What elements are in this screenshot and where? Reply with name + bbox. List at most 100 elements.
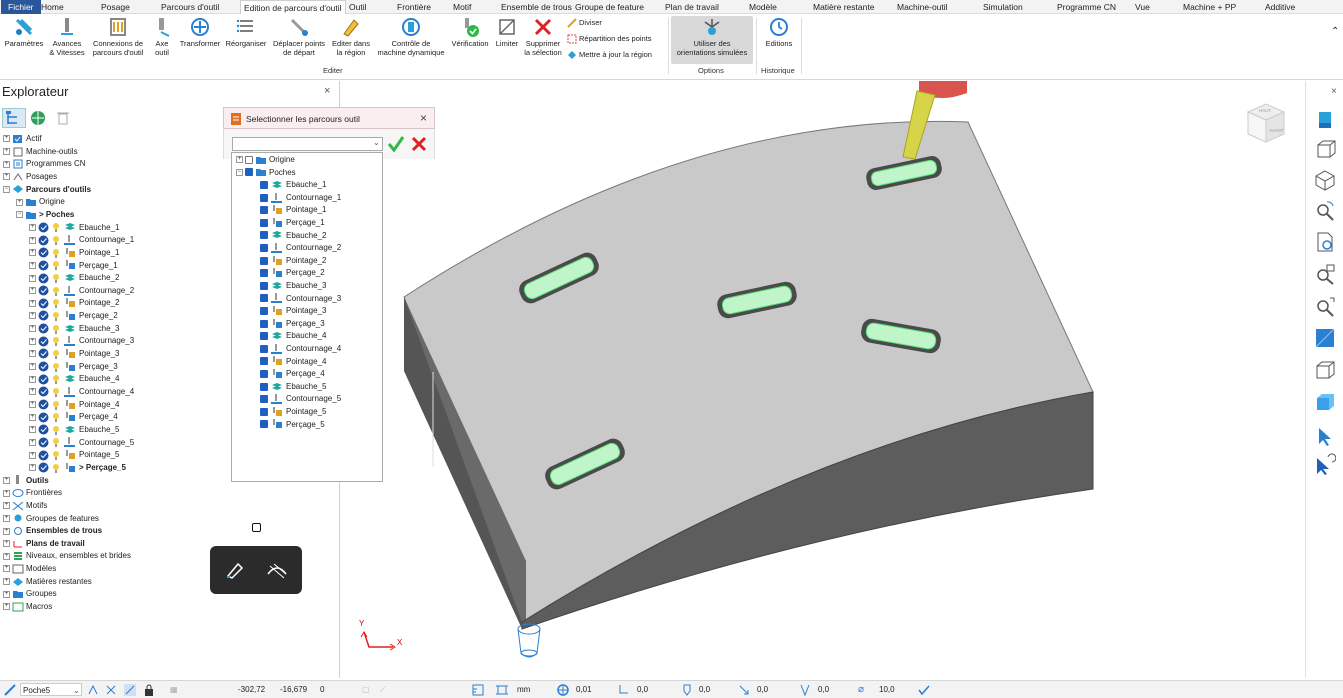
explorer-tab-web[interactable] [30, 110, 46, 128]
checkbox[interactable] [260, 357, 268, 366]
shaded-view-icon[interactable] [1314, 327, 1336, 349]
simulated-orientations-button[interactable]: Utiliser des orientations simulées [671, 16, 753, 64]
expand-icon[interactable]: + [29, 337, 36, 345]
toolpath-region-icon[interactable] [266, 560, 288, 580]
checkbox[interactable] [260, 294, 268, 303]
menu-tab[interactable]: Motif [450, 0, 474, 14]
workplane-icon[interactable]: ▢ [362, 683, 370, 697]
parameters-button[interactable]: Paramètres [4, 16, 44, 49]
snap-icon[interactable]: ⟋ [380, 683, 386, 697]
checkbox[interactable] [260, 307, 268, 316]
tolerance-icon[interactable] [556, 683, 570, 697]
menu-tab[interactable]: Outil [346, 0, 369, 14]
tree-node[interactable]: − > Poches [16, 209, 74, 221]
update-region-button[interactable]: Mettre à jour la région [567, 50, 652, 60]
transform-button[interactable]: Transformer [177, 16, 223, 49]
dialog-tree-node[interactable]: Perçage_5 [260, 419, 325, 431]
checkbox[interactable] [260, 269, 268, 278]
expand-icon[interactable]: − [16, 211, 23, 219]
ribbon-collapse-icon[interactable]: ⌃ [1331, 26, 1339, 37]
tree-node[interactable]: + Groupes [3, 588, 57, 600]
tree-node[interactable]: + Motifs [3, 500, 47, 512]
toolpath-node[interactable]: + Perçage_4 [29, 411, 118, 423]
expand-icon[interactable]: + [29, 236, 36, 244]
tree-node[interactable]: − Parcours d'outils [3, 184, 91, 196]
expand-icon[interactable]: + [29, 426, 36, 434]
toolpath-node[interactable]: + Ebauche_3 [29, 323, 119, 335]
menu-tab[interactable]: Vue [1132, 0, 1153, 14]
expand-icon[interactable]: + [16, 198, 23, 206]
expand-icon[interactable]: + [29, 438, 36, 446]
expand-icon[interactable]: + [29, 299, 36, 307]
checkbox[interactable] [260, 206, 268, 215]
expand-icon[interactable]: + [3, 590, 10, 598]
expand-icon[interactable]: − [3, 185, 10, 193]
expand-icon[interactable]: + [3, 476, 10, 484]
selection-marker[interactable] [252, 523, 261, 532]
tree-node[interactable]: + Matières restantes [3, 576, 92, 588]
toolpath-node[interactable]: + > Perçage_5 [29, 462, 126, 474]
toolpath-node[interactable]: + Ebauche_1 [29, 222, 119, 234]
view-cube[interactable]: HAUT AVANT [1240, 98, 1288, 146]
tree-node[interactable]: + Groupes de features [3, 513, 99, 525]
expand-icon[interactable]: + [29, 274, 36, 282]
checkbox[interactable] [260, 281, 268, 290]
toolpath-node[interactable]: + Perçage_2 [29, 310, 118, 322]
feeds-speeds-button[interactable]: Avances & Vitesses [46, 16, 88, 57]
menu-tab[interactable]: Home [38, 0, 67, 14]
checkbox[interactable] [260, 181, 268, 190]
checkbox[interactable] [260, 407, 268, 416]
delete-selection-button[interactable]: Supprimer la sélection [522, 16, 564, 57]
dialog-tree-node[interactable]: Ebauche_3 [260, 280, 326, 292]
dialog-tree-node[interactable]: Contournage_3 [260, 293, 341, 305]
tree-node[interactable]: + Modèles [3, 563, 56, 575]
tree-node[interactable]: + Actif [3, 133, 42, 145]
expand-icon[interactable]: + [29, 401, 36, 409]
dialog-tree-node[interactable]: Ebauche_5 [260, 381, 326, 393]
select-mode-3-icon[interactable] [123, 683, 137, 697]
checkbox[interactable] [260, 382, 268, 391]
select-mode-icon[interactable] [87, 684, 101, 696]
tree-node[interactable]: + Programmes CN [3, 158, 86, 170]
limit-button[interactable]: Limiter [492, 16, 522, 49]
menu-tab[interactable]: Posage [98, 0, 133, 14]
toolpath-node[interactable]: + Pointage_5 [29, 449, 119, 461]
expand-icon[interactable]: + [29, 413, 36, 421]
expand-icon[interactable]: + [3, 514, 10, 522]
checkbox[interactable] [260, 370, 268, 379]
dialog-tree-node[interactable]: Pointage_2 [260, 255, 326, 267]
checkbox[interactable] [245, 155, 253, 164]
move-start-points-button[interactable]: Déplacer points de départ [269, 16, 329, 57]
expand-icon[interactable]: + [3, 578, 10, 586]
expand-icon[interactable]: + [29, 287, 36, 295]
expand-icon[interactable]: + [29, 249, 36, 257]
checkbox[interactable] [260, 332, 268, 341]
verification-button[interactable]: Vérification [449, 16, 491, 49]
dialog-tree-node[interactable]: Perçage_2 [260, 267, 325, 279]
dialog-tree-node[interactable]: + Origine [236, 154, 295, 166]
expand-icon[interactable]: + [3, 489, 10, 497]
select-cursor-icon[interactable] [1314, 425, 1336, 447]
toolpath-node[interactable]: + Perçage_1 [29, 260, 118, 272]
menu-tab[interactable]: Modèle [746, 0, 780, 14]
expand-icon[interactable]: + [29, 451, 36, 459]
explorer-tab-tree[interactable] [2, 108, 26, 128]
dialog-tree-node[interactable]: Contournage_1 [260, 192, 341, 204]
dialog-tree-node[interactable]: Ebauche_1 [260, 179, 326, 191]
select-rotate-icon[interactable] [1314, 453, 1336, 475]
tree-node[interactable]: + Outils [3, 475, 49, 487]
toolpath-node[interactable]: + Ebauche_5 [29, 424, 119, 436]
dialog-tree-node[interactable]: − Poches [236, 167, 296, 179]
menu-tab[interactable]: Machine-outil [894, 0, 951, 14]
menu-tab[interactable]: Simulation [980, 0, 1026, 14]
tree-node[interactable]: + Ensembles de trous [3, 525, 102, 537]
divide-button[interactable]: Diviser [567, 18, 602, 28]
expand-icon[interactable]: + [3, 160, 10, 168]
thickness-icon[interactable] [617, 683, 631, 697]
menu-tab[interactable]: Additive [1262, 0, 1298, 14]
workplane-view-icon[interactable] [1314, 109, 1336, 131]
checkbox[interactable] [245, 168, 253, 177]
iso-view-icon[interactable] [1314, 139, 1336, 161]
checkbox[interactable] [260, 256, 268, 265]
dialog-tree-node[interactable]: Contournage_2 [260, 242, 341, 254]
